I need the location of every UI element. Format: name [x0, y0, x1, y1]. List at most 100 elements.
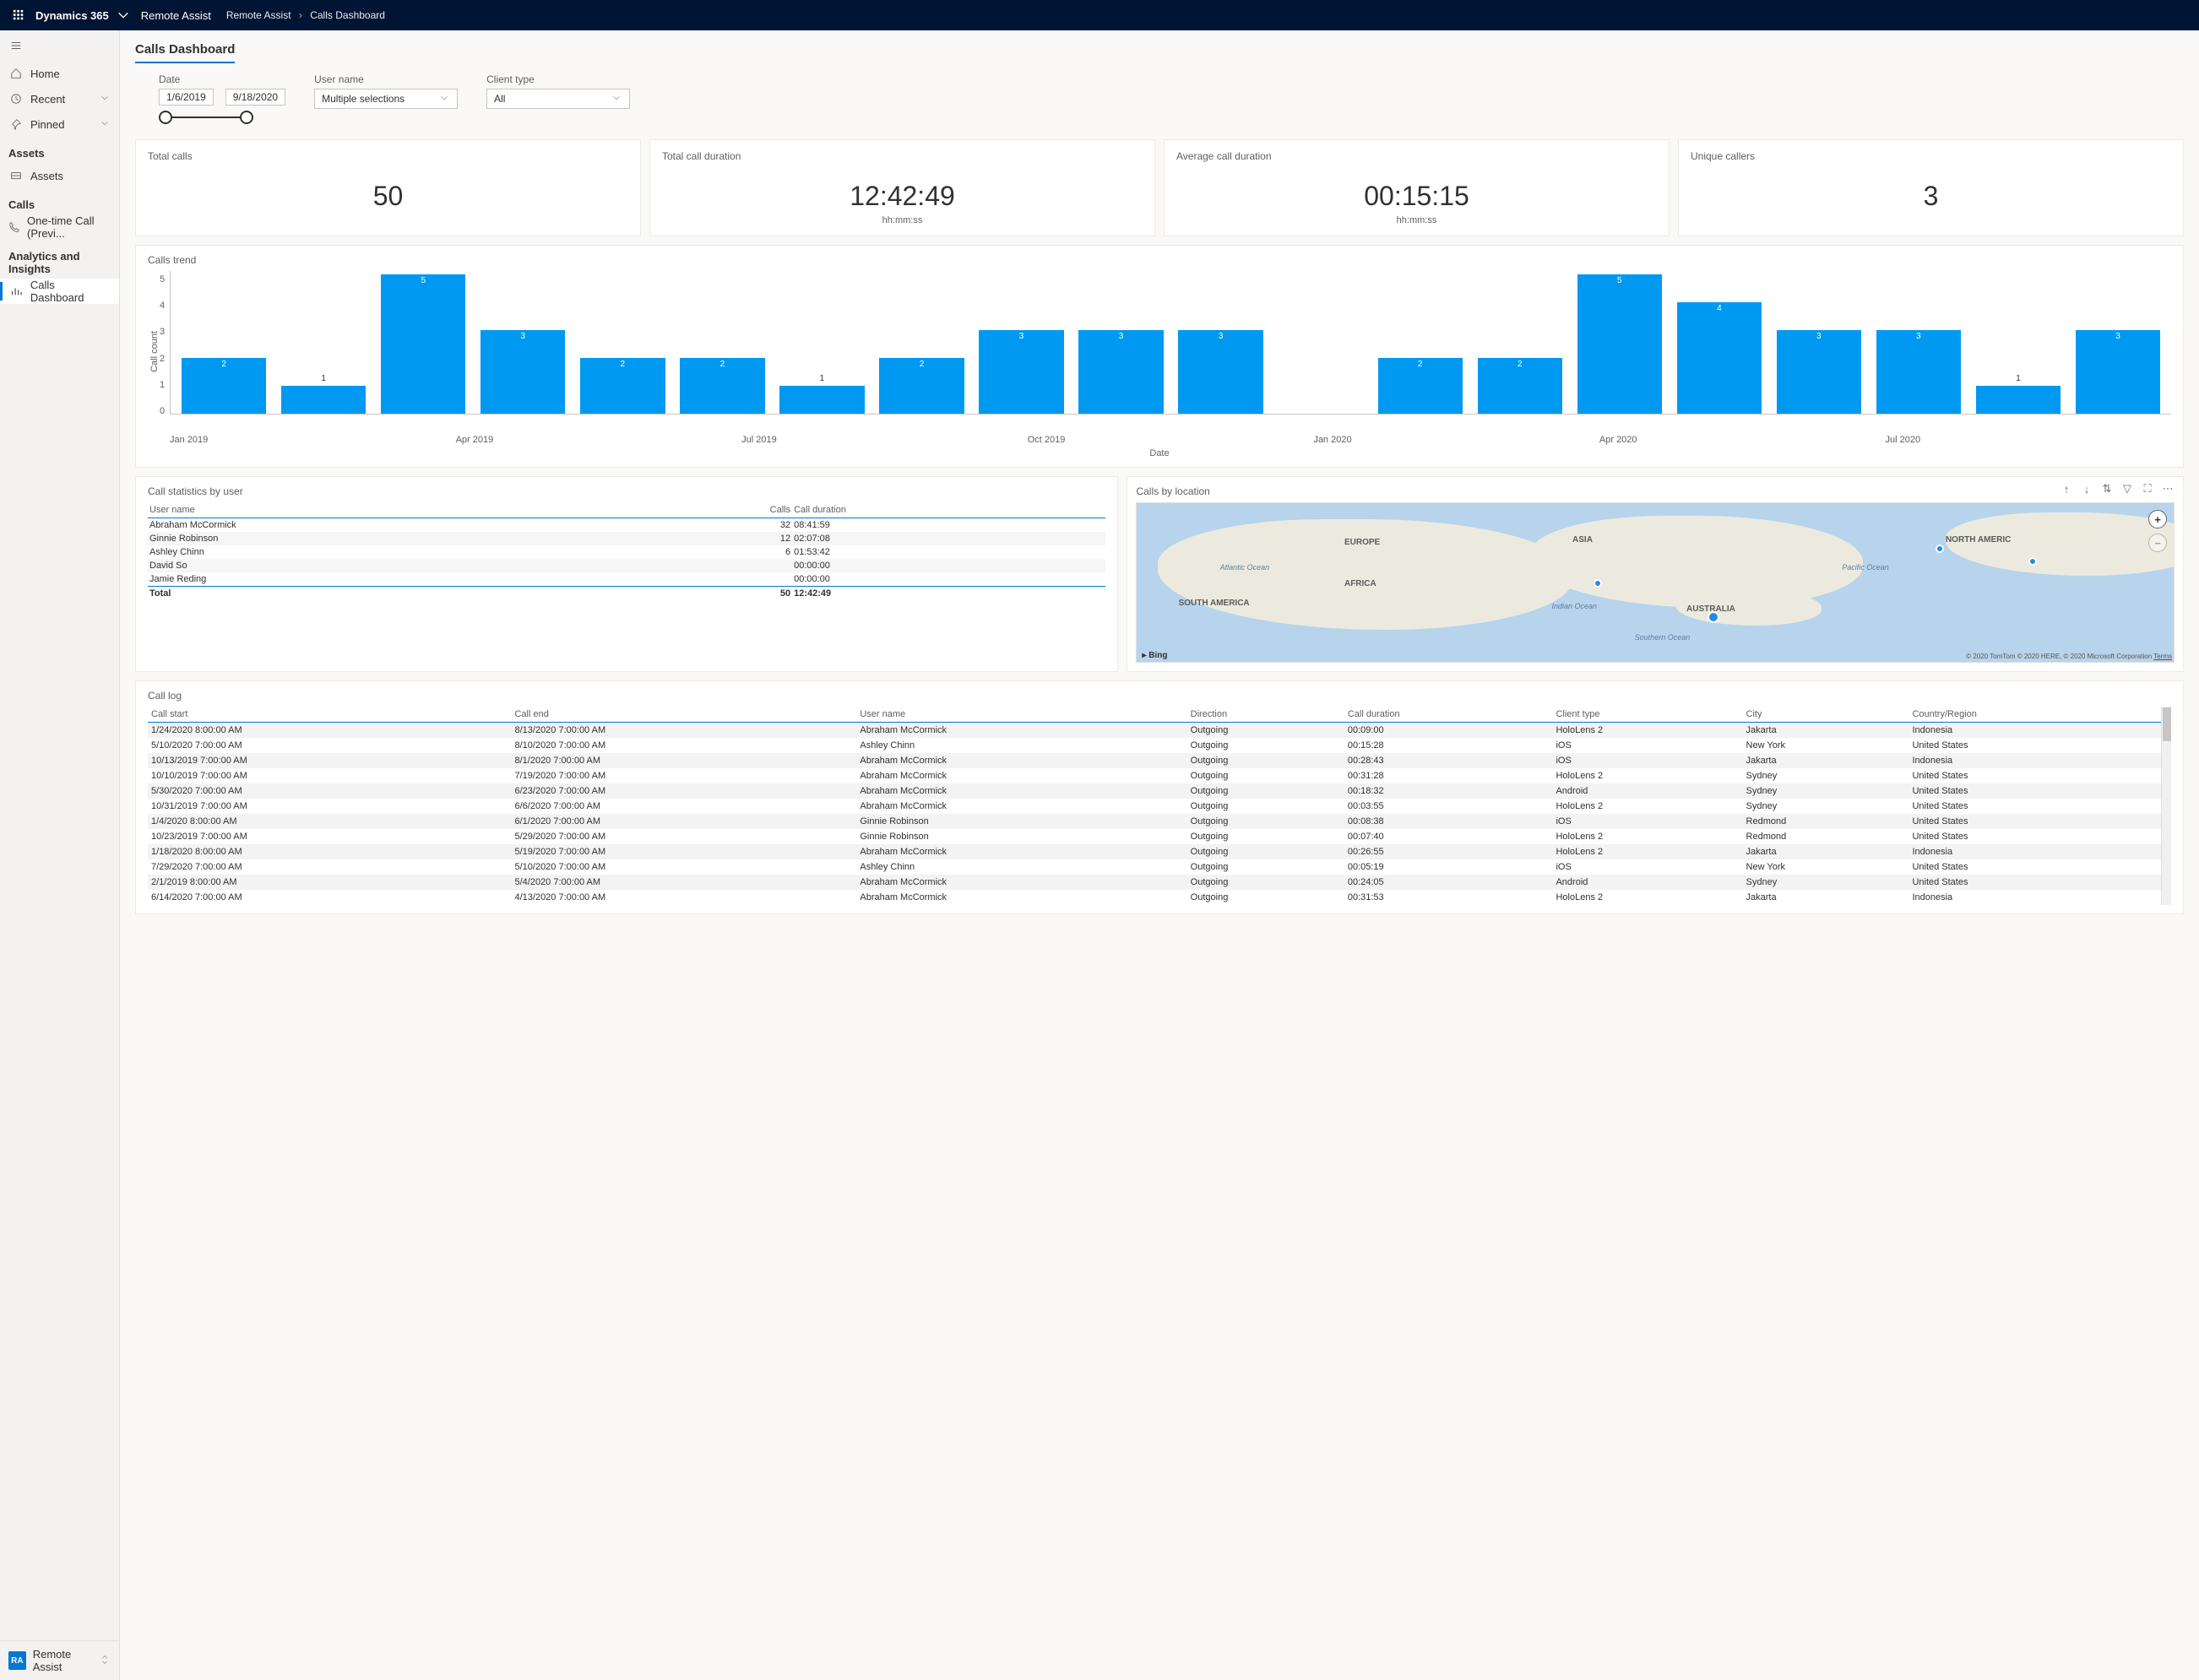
- col-header[interactable]: Call duration: [792, 502, 1105, 518]
- more-icon[interactable]: ⋯: [2161, 482, 2175, 496]
- zoom-out-button[interactable]: −: [2148, 534, 2167, 552]
- map-dot[interactable]: [1708, 611, 1719, 623]
- filter-label: User name: [314, 73, 458, 85]
- table-row[interactable]: 10/10/2019 7:00:00 AM7/19/2020 7:00:00 A…: [148, 768, 2161, 783]
- table-row[interactable]: 1/24/2020 8:00:00 AM8/13/2020 7:00:00 AM…: [148, 723, 2161, 739]
- x-axis-label: Date: [148, 445, 2171, 458]
- map-dot[interactable]: [1594, 579, 1602, 588]
- call-log-panel: Call log Call startCall endUser nameDire…: [135, 680, 2184, 914]
- col-header[interactable]: Calls: [656, 502, 792, 518]
- map[interactable]: EUROPE ASIA NORTH AMERIC AFRICA SOUTH AM…: [1136, 502, 2175, 663]
- chevron-down-icon[interactable]: [117, 9, 129, 21]
- table-row[interactable]: 6/14/2020 7:00:00 AM4/13/2020 7:00:00 AM…: [148, 890, 2161, 905]
- sidebar-item-recent[interactable]: Recent: [0, 86, 119, 111]
- calls-by-location-panel: Calls by location ↑ ↓ ⇅ ▽ ⛶ ⋯ EUROPE ASI…: [1127, 476, 2184, 672]
- table-row[interactable]: 10/13/2019 7:00:00 AM8/1/2020 7:00:00 AM…: [148, 753, 2161, 768]
- map-dot[interactable]: [1936, 545, 1944, 553]
- zoom-in-button[interactable]: +: [2148, 510, 2167, 528]
- phone-icon: [8, 221, 20, 233]
- card-total-calls: Total calls 50: [135, 139, 641, 236]
- col-header[interactable]: City: [1743, 707, 1909, 723]
- pin-icon: [8, 118, 24, 130]
- card-avg-duration: Average call duration 00:15:15 hh:mm:ss: [1164, 139, 1670, 236]
- user-dropdown[interactable]: Multiple selections: [314, 89, 458, 109]
- value: 12:42:49: [662, 167, 1143, 215]
- breadcrumb-item[interactable]: Calls Dashboard: [310, 9, 385, 21]
- sidebar-group-calls: Calls: [0, 188, 119, 214]
- table-row[interactable]: David So00:00:00: [148, 559, 1105, 572]
- col-header[interactable]: User name: [856, 707, 1186, 723]
- arrow-down-icon[interactable]: ↓: [2080, 482, 2093, 496]
- table-row[interactable]: 7/29/2020 7:00:00 AM5/10/2020 7:00:00 AM…: [148, 859, 2161, 875]
- client-dropdown[interactable]: All: [486, 89, 630, 109]
- y-axis-label: Call count: [148, 331, 160, 372]
- slider-thumb-left[interactable]: [159, 111, 172, 124]
- user-filter: User name Multiple selections: [314, 73, 458, 109]
- table-row[interactable]: Abraham McCormick3208:41:59: [148, 518, 1105, 533]
- focus-icon[interactable]: ⛶: [2141, 482, 2154, 496]
- table-row[interactable]: 1/4/2020 8:00:00 AM6/1/2020 7:00:00 AMGi…: [148, 814, 2161, 829]
- call-log-table[interactable]: Call startCall endUser nameDirectionCall…: [148, 707, 2161, 905]
- chart-icon: [8, 285, 24, 297]
- table-row[interactable]: 10/23/2019 7:00:00 AM5/29/2020 7:00:00 A…: [148, 829, 2161, 844]
- app-badge: RA: [8, 1651, 26, 1670]
- bar-chart[interactable]: 2153221233322543313: [170, 271, 2171, 415]
- breadcrumb-item[interactable]: Remote Assist: [226, 9, 291, 21]
- sidebar-item-calls-dashboard[interactable]: Calls Dashboard: [0, 279, 119, 304]
- client-filter: Client type All: [486, 73, 630, 109]
- stats-table[interactable]: User name Calls Call duration Abraham Mc…: [148, 502, 1105, 600]
- app-launcher-icon[interactable]: [7, 3, 30, 27]
- filters-bar: Date 1/6/2019 9/18/2020 User name Multip…: [135, 70, 2184, 139]
- value: 00:15:15: [1176, 167, 1657, 215]
- sidebar-item-assets[interactable]: Assets: [0, 163, 119, 188]
- date-from-input[interactable]: 1/6/2019: [159, 89, 214, 106]
- chevron-down-icon: [611, 92, 622, 106]
- sidebar-item-home[interactable]: Home: [0, 61, 119, 86]
- y-axis: 543210: [160, 271, 170, 431]
- table-row[interactable]: Jamie Reding00:00:00: [148, 572, 1105, 587]
- date-range-slider[interactable]: [159, 111, 253, 124]
- sidebar-footer[interactable]: RA Remote Assist: [0, 1640, 119, 1680]
- chevron-down-icon: [99, 117, 111, 132]
- value: 3: [1691, 167, 2171, 215]
- call-stats-panel: Call statistics by user User name Calls …: [135, 476, 1118, 672]
- home-icon: [8, 68, 24, 79]
- sidebar-item-pinned[interactable]: Pinned: [0, 111, 119, 137]
- updown-icon[interactable]: [99, 1654, 111, 1668]
- topbar: Dynamics 365 Remote Assist Remote Assist…: [0, 0, 2199, 30]
- col-header[interactable]: Call duration: [1344, 707, 1553, 723]
- kpi-cards: Total calls 50 Total call duration 12:42…: [135, 139, 2184, 236]
- scrollbar[interactable]: [2161, 707, 2171, 905]
- map-attribution: © 2020 TomTom © 2020 HERE, © 2020 Micros…: [1966, 653, 2172, 660]
- table-row[interactable]: 5/10/2020 7:00:00 AM8/10/2020 7:00:00 AM…: [148, 738, 2161, 753]
- filter-icon[interactable]: ▽: [2120, 482, 2134, 496]
- sidebar-item-label: Pinned: [30, 118, 64, 131]
- table-row[interactable]: Ginnie Robinson1202:07:08: [148, 532, 1105, 545]
- sidebar: Home Recent Pinned Assets Assets Calls O…: [0, 30, 120, 1680]
- map-dot[interactable]: [2028, 557, 2037, 566]
- arrow-up-icon[interactable]: ↑: [2060, 482, 2073, 496]
- table-row[interactable]: 5/30/2020 7:00:00 AM6/23/2020 7:00:00 AM…: [148, 783, 2161, 799]
- table-row[interactable]: Ashley Chinn601:53:42: [148, 545, 1105, 559]
- filter-label: Client type: [486, 73, 630, 85]
- col-header[interactable]: Direction: [1187, 707, 1344, 723]
- brand-label[interactable]: Dynamics 365: [35, 9, 109, 22]
- slider-thumb-right[interactable]: [240, 111, 253, 124]
- card-total-duration: Total call duration 12:42:49 hh:mm:ss: [649, 139, 1155, 236]
- table-row[interactable]: 1/18/2020 8:00:00 AM5/19/2020 7:00:00 AM…: [148, 844, 2161, 859]
- col-header[interactable]: Client type: [1552, 707, 1742, 723]
- sidebar-item-onetime-call[interactable]: One-time Call (Previ...: [0, 214, 119, 240]
- sort-icon[interactable]: ⇅: [2100, 482, 2114, 496]
- col-header[interactable]: Call start: [148, 707, 511, 723]
- page-title: Calls Dashboard: [135, 30, 235, 63]
- date-to-input[interactable]: 9/18/2020: [225, 89, 285, 106]
- table-row[interactable]: 10/31/2019 7:00:00 AM6/6/2020 7:00:00 AM…: [148, 799, 2161, 814]
- app-name-label[interactable]: Remote Assist: [141, 9, 211, 22]
- collapse-sidebar-button[interactable]: [0, 30, 119, 61]
- col-header[interactable]: Country/Region: [1909, 707, 2161, 723]
- col-header[interactable]: Call end: [511, 707, 856, 723]
- col-header[interactable]: User name: [148, 502, 656, 518]
- table-row[interactable]: 2/1/2019 8:00:00 AM5/4/2020 7:00:00 AMAb…: [148, 875, 2161, 890]
- sidebar-item-label: Assets: [30, 170, 63, 182]
- map-provider: ▸ Bing: [1142, 651, 1167, 660]
